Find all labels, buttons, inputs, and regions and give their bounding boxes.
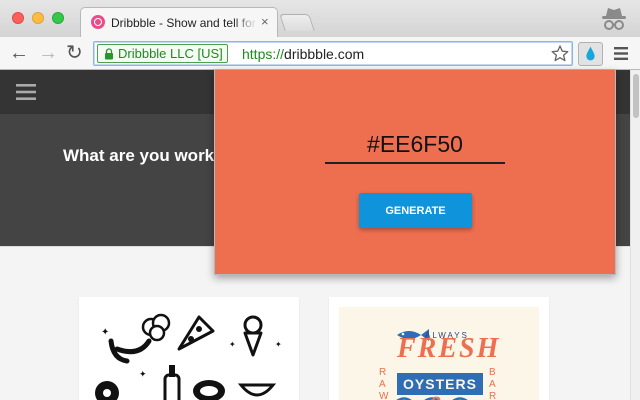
svg-text:✦: ✦ bbox=[101, 327, 109, 338]
bookmark-star-icon[interactable] bbox=[550, 44, 570, 64]
window-close-button[interactable] bbox=[12, 12, 24, 24]
browser-toolbar: ← → ↻ Dribbble LLC [US] https://dribbble… bbox=[0, 37, 640, 70]
oysters-poster: ALWAYS FRESH OYSTERS RAW BAR & bbox=[339, 307, 539, 400]
window-zoom-button[interactable] bbox=[52, 12, 64, 24]
poster-badge-text: OYSTERS bbox=[403, 376, 477, 392]
poster-side-left: RAW bbox=[379, 367, 389, 400]
shot-card[interactable]: ✦ ✦ ✦ ✦ bbox=[79, 297, 299, 400]
reload-button[interactable]: ↻ bbox=[66, 42, 83, 64]
window-minimize-button[interactable] bbox=[32, 12, 44, 24]
window-titlebar: Dribbble - Show and tell for designers × bbox=[0, 0, 640, 37]
address-bar[interactable]: Dribbble LLC [US] https://dribbble.com bbox=[93, 41, 573, 66]
site-menu-icon[interactable] bbox=[16, 84, 36, 100]
new-tab-button[interactable] bbox=[279, 14, 315, 31]
poster-ampersand: & bbox=[429, 391, 447, 400]
color-extension-button[interactable] bbox=[578, 42, 603, 66]
tab-close-icon[interactable]: × bbox=[261, 14, 269, 29]
svg-text:✦: ✦ bbox=[275, 340, 282, 349]
url-text[interactable]: https://dribbble.com bbox=[242, 46, 364, 62]
generate-button[interactable]: GENERATE bbox=[359, 193, 472, 228]
svg-text:✦: ✦ bbox=[229, 340, 236, 349]
dribbble-favicon-icon bbox=[91, 15, 105, 29]
forward-button[interactable]: → bbox=[38, 42, 58, 64]
lock-icon bbox=[105, 48, 113, 60]
ev-certificate-badge[interactable]: Dribbble LLC [US] bbox=[97, 44, 228, 63]
scrollbar-thumb[interactable] bbox=[633, 74, 639, 118]
chrome-menu-icon[interactable] bbox=[614, 47, 628, 60]
poster-side-right: BAR bbox=[489, 367, 497, 400]
url-host: dribbble.com bbox=[284, 46, 365, 62]
back-button[interactable]: ← bbox=[9, 42, 29, 64]
food-illustration-icon: ✦ ✦ ✦ ✦ bbox=[95, 313, 282, 400]
url-scheme: https:// bbox=[242, 46, 285, 62]
incognito-icon bbox=[602, 8, 626, 30]
tab-dribbble[interactable]: Dribbble - Show and tell for designers × bbox=[80, 7, 278, 37]
water-drop-icon bbox=[586, 46, 595, 61]
svg-text:✦: ✦ bbox=[139, 369, 147, 379]
page-scrollbar[interactable] bbox=[630, 70, 640, 400]
poster-big-text: FRESH bbox=[397, 333, 501, 364]
tab-title: Dribbble - Show and tell for designers bbox=[111, 16, 257, 30]
ev-organization-label: Dribbble LLC [US] bbox=[118, 46, 223, 61]
shot-card[interactable]: ALWAYS FRESH OYSTERS RAW BAR & bbox=[329, 297, 549, 400]
hex-color-input[interactable] bbox=[325, 126, 505, 164]
color-generator-popup: GENERATE bbox=[214, 70, 616, 275]
